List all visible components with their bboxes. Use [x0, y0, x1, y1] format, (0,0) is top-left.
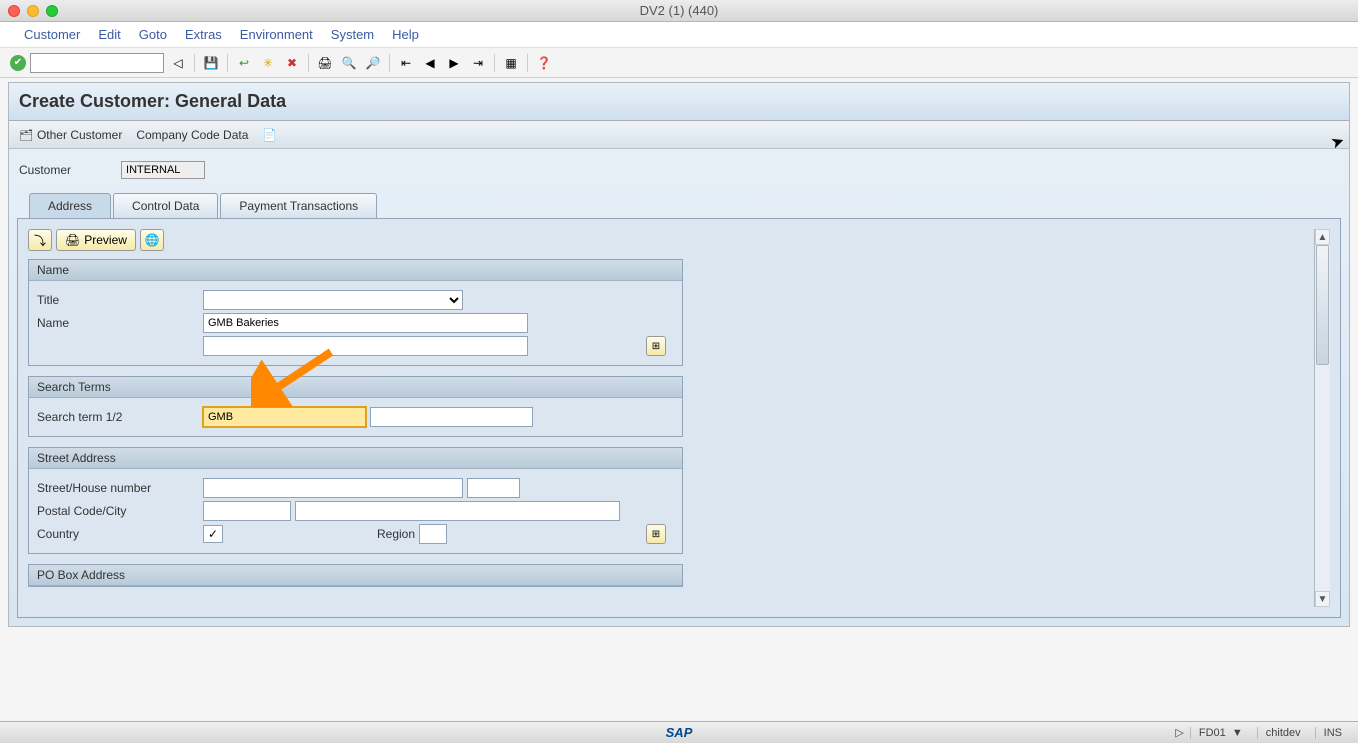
app-toolbar: 🗂Other Customer Company Code Data 📄 ➤ [9, 121, 1349, 149]
company-code-button[interactable]: Company Code Data [136, 128, 248, 142]
scroll-thumb[interactable] [1316, 245, 1329, 365]
group-name-header: Name [29, 260, 682, 281]
print-icon: 🖨 [65, 233, 80, 247]
back-icon[interactable]: ↩ [234, 53, 254, 73]
tab-payment-transactions[interactable]: Payment Transactions [220, 193, 377, 218]
status-tcode: FD01 ▼ [1190, 727, 1251, 739]
titlebar: DV2 (1) (440) [0, 0, 1358, 22]
header-area: Customer INTERNAL [9, 149, 1349, 183]
minimize-window[interactable] [27, 5, 39, 17]
statusbar: SAP ▷ FD01 ▼ chitdev INS [0, 721, 1358, 743]
maximize-window[interactable] [46, 5, 58, 17]
separator [527, 54, 528, 72]
group-search-header: Search Terms [29, 377, 682, 398]
name-label: Name [37, 316, 199, 330]
first-page-icon[interactable]: ⇤ [396, 53, 416, 73]
group-name: Name Title Name ⊞ [28, 259, 683, 366]
command-field[interactable] [30, 53, 164, 73]
close-window[interactable] [8, 5, 20, 17]
vertical-scrollbar[interactable]: ▲ ▼ [1314, 229, 1330, 607]
search-term-label: Search term 1/2 [37, 410, 199, 424]
search-term2-input[interactable] [370, 407, 533, 427]
scroll-up-button[interactable]: ▲ [1315, 229, 1330, 245]
tab-address[interactable]: Address [29, 193, 111, 218]
tree-icon: 🗂 [19, 130, 33, 142]
system-toolbar: ✔ ◁ 💾 ↩ ✳ ✖ 🖨 🔍 🔎 ⇤ ◀ ▶ ⇥ ▦ ❓ [0, 48, 1358, 78]
doc-icon[interactable]: 📄 [262, 128, 277, 142]
name-input[interactable] [203, 313, 528, 333]
menubar: Customer Edit Goto Extras Environment Sy… [0, 22, 1358, 48]
menu-edit[interactable]: Edit [98, 27, 120, 42]
save-icon[interactable]: 💾 [201, 53, 221, 73]
next-page-icon[interactable]: ▶ [444, 53, 464, 73]
status-expand-icon[interactable]: ▷ [1175, 726, 1183, 739]
country-required-indicator: ✓ [203, 525, 223, 543]
customer-label: Customer [19, 163, 71, 177]
tabstrip: Address Control Data Payment Transaction… [29, 193, 1349, 218]
menu-extras[interactable]: Extras [185, 27, 222, 42]
separator [194, 54, 195, 72]
exit-icon[interactable]: ✳ [258, 53, 278, 73]
find-next-icon[interactable]: 🔎 [363, 53, 383, 73]
new-session-icon[interactable]: ▦ [501, 53, 521, 73]
nav-prev-icon[interactable]: ◁ [168, 53, 188, 73]
window-controls [8, 5, 58, 17]
postal-label: Postal Code/City [37, 504, 199, 518]
expand-street-button[interactable]: ⊞ [646, 524, 666, 544]
region-input[interactable] [419, 524, 447, 544]
country-label: Country [37, 527, 199, 541]
page-title: Create Customer: General Data [9, 83, 1349, 121]
status-user: chitdev [1257, 727, 1309, 739]
postal-code-input[interactable] [203, 501, 291, 521]
separator [494, 54, 495, 72]
tab-control-data[interactable]: Control Data [113, 193, 218, 218]
menu-environment[interactable]: Environment [240, 27, 313, 42]
title-label: Title [37, 293, 199, 307]
sap-logo: SAP [666, 725, 693, 740]
page-panel: Create Customer: General Data 🗂Other Cus… [8, 82, 1350, 627]
expand-icon: ⤵ [34, 232, 46, 249]
tab-content: ⤵ 🖨 Preview 🌐 Name Title Name [17, 218, 1341, 618]
preview-label: Preview [84, 233, 127, 247]
globe-icon: 🌐 [144, 233, 159, 247]
search-term1-input[interactable] [203, 407, 366, 427]
prev-page-icon[interactable]: ◀ [420, 53, 440, 73]
customer-field: INTERNAL [121, 161, 205, 179]
cancel-icon[interactable]: ✖ [282, 53, 302, 73]
expand-name-button[interactable]: ⊞ [646, 336, 666, 356]
separator [389, 54, 390, 72]
status-mode: INS [1315, 727, 1350, 739]
international-button[interactable]: 🌐 [140, 229, 164, 251]
preview-button[interactable]: 🖨 Preview [56, 229, 136, 251]
menu-customer[interactable]: Customer [24, 27, 80, 42]
group-street-address: Street Address Street/House number Posta… [28, 447, 683, 554]
street-input[interactable] [203, 478, 463, 498]
content-toolbar: ⤵ 🖨 Preview 🌐 [28, 229, 1314, 251]
other-customer-button[interactable]: 🗂Other Customer [19, 128, 122, 142]
street-label: Street/House number [37, 481, 199, 495]
group-street-header: Street Address [29, 448, 682, 469]
region-label: Region [377, 527, 415, 541]
menu-goto[interactable]: Goto [139, 27, 167, 42]
group-search-terms: Search Terms Search term 1/2 [28, 376, 683, 437]
name2-input[interactable] [203, 336, 528, 356]
menu-system[interactable]: System [331, 27, 374, 42]
find-icon[interactable]: 🔍 [339, 53, 359, 73]
menu-help[interactable]: Help [392, 27, 419, 42]
separator [308, 54, 309, 72]
group-pobox-header: PO Box Address [29, 565, 682, 586]
enter-icon[interactable]: ✔ [10, 55, 26, 71]
group-pobox: PO Box Address [28, 564, 683, 587]
separator [227, 54, 228, 72]
window-title: DV2 (1) (440) [640, 3, 719, 18]
last-page-icon[interactable]: ⇥ [468, 53, 488, 73]
house-number-input[interactable] [467, 478, 520, 498]
city-input[interactable] [295, 501, 620, 521]
title-dropdown[interactable] [203, 290, 463, 310]
print-icon[interactable]: 🖨 [315, 53, 335, 73]
scroll-down-button[interactable]: ▼ [1315, 591, 1330, 607]
expand-all-button[interactable]: ⤵ [28, 229, 52, 251]
help-icon[interactable]: ❓ [534, 53, 554, 73]
